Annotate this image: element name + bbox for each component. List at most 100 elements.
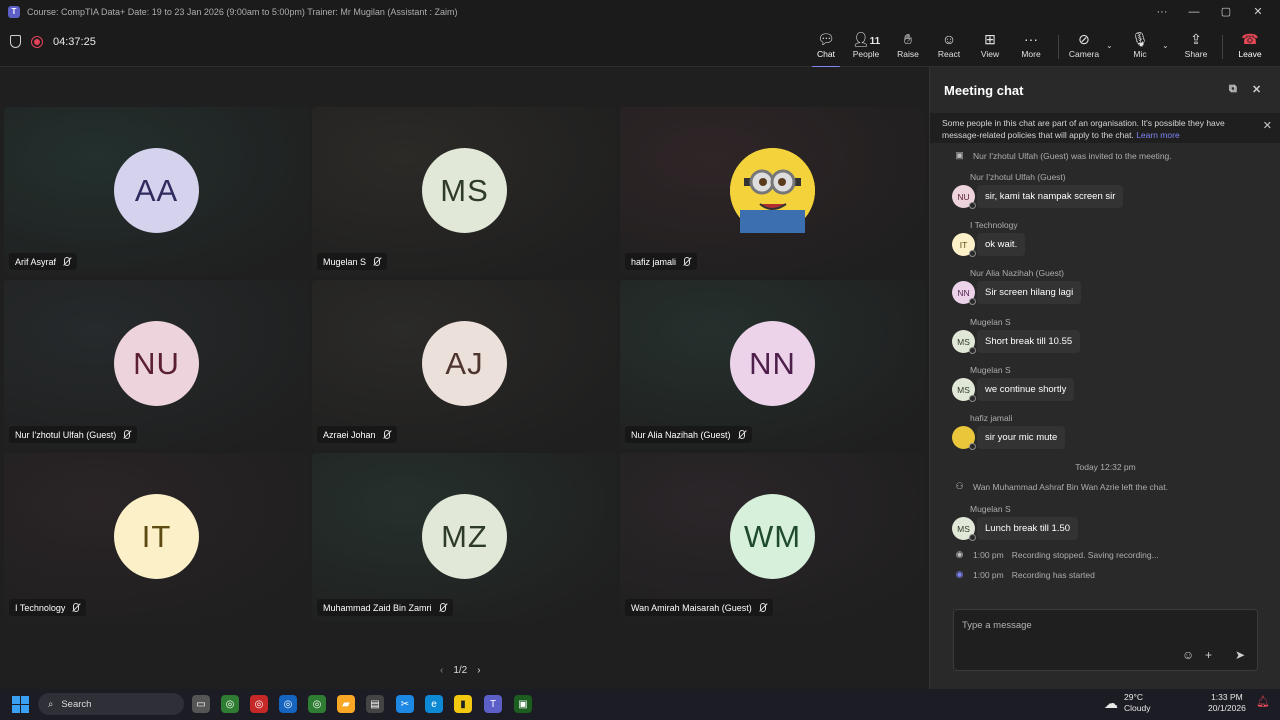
message-input[interactable] (962, 616, 1242, 634)
next-page-icon[interactable]: › (477, 665, 480, 676)
camera-off-icon: ⊘ (1078, 31, 1090, 47)
participant-tile[interactable]: AA Arif Asyraf (4, 107, 309, 276)
participant-name: Nur I'zhotul Ulfah (Guest) (15, 429, 117, 440)
mic-button[interactable]: 🎙︎ Mic (1120, 29, 1160, 63)
participant-tile[interactable]: NN Nur Alia Nazihah (Guest) (620, 280, 925, 449)
avatar: MS (952, 517, 976, 541)
app-icon[interactable]: ▤ (366, 695, 384, 713)
participant-tile[interactable]: hafiz jamali (620, 107, 925, 276)
close-chat-icon[interactable]: ✕ (1252, 83, 1261, 96)
notification-bell-icon[interactable]: 🔔︎ (1256, 697, 1270, 708)
file-explorer-icon[interactable]: ▰ (337, 695, 355, 713)
chat-messages[interactable]: ▣ Nur I'zhotul Ulfah (Guest) was invited… (930, 147, 1280, 607)
hand-icon: ✋︎ (904, 31, 912, 47)
chrome-icon[interactable]: ◎ (221, 695, 239, 713)
message-bubble[interactable]: sir your mic mute (977, 426, 1066, 449)
mic-muted-icon (438, 602, 447, 613)
clock-date: 20/1/2026 (1208, 703, 1246, 713)
event-time: 1:00 pm (973, 569, 1004, 580)
chrome-icon[interactable]: ◎ (279, 695, 297, 713)
prev-page-icon[interactable]: ‹ (440, 665, 443, 676)
chrome-icon[interactable]: ◎ (250, 695, 268, 713)
chat-button[interactable]: 💬︎ Chat (806, 29, 846, 68)
message-bubble[interactable]: sir, kami tak nampak screen sir (977, 185, 1124, 208)
participant-tile[interactable]: MZ Muhammad Zaid Bin Zamri (312, 453, 617, 622)
weather-widget[interactable]: ☁ 29°C Cloudy (1104, 692, 1150, 714)
message-sender: I Technology (970, 220, 1018, 230)
raise-button-label: Raise (897, 49, 919, 59)
message-compose-box[interactable]: ☺ + ➤ (953, 609, 1258, 671)
message-sender: Nur I'zhotul Ulfah (Guest) (970, 172, 1066, 182)
start-button[interactable] (12, 696, 29, 713)
chrome-icon[interactable]: ◎ (308, 695, 326, 713)
participant-name-tag: Wan Amirah Maisarah (Guest) (625, 599, 773, 616)
participant-name: Mugelan S (323, 256, 367, 267)
close-window-button[interactable]: ✕ (1242, 5, 1274, 18)
raise-hand-button[interactable]: ✋︎ Raise (888, 29, 928, 63)
share-button-label: Share (1184, 49, 1208, 59)
page-indicator: 1/2 (453, 665, 468, 676)
search-icon: ⌕ (48, 698, 54, 710)
leave-button[interactable]: ☎︎ Leave (1232, 29, 1268, 63)
toolbar-divider (1222, 35, 1223, 59)
taskbar-search[interactable]: ⌕ Search (38, 693, 184, 715)
learn-more-link[interactable]: Learn more (1136, 130, 1179, 140)
toolbar-divider (1058, 35, 1059, 59)
mic-button-label: Mic (1133, 49, 1147, 59)
titlebar-more-icon[interactable]: ··· (1146, 6, 1178, 18)
recording-stopped-event: ◉ 1:00 pm Recording stopped. Saving reco… (954, 549, 1159, 560)
participant-name-tag: Muhammad Zaid Bin Zamri (317, 599, 453, 616)
teams-icon[interactable]: T (484, 695, 502, 713)
event-text: Recording has started (1011, 569, 1095, 580)
share-button[interactable]: ⇪ Share (1176, 29, 1216, 63)
presence-icon (969, 298, 976, 305)
chat-icon: 💬︎ (817, 31, 835, 47)
app-icon[interactable]: ▣ (514, 695, 532, 713)
meeting-timer: 04:37:25 (53, 35, 96, 48)
participant-avatar: AA (114, 148, 199, 233)
people-count: 11 (869, 36, 881, 47)
snipping-tool-icon[interactable]: ✂ (396, 695, 414, 713)
camera-options-chevron-icon[interactable]: ⌄ (1106, 41, 1113, 50)
avatar-initials: MS (957, 523, 970, 534)
participant-avatar: NU (114, 321, 199, 406)
mic-muted-icon (62, 256, 71, 267)
camera-button[interactable]: ⊘ Camera (1064, 29, 1104, 63)
avatar: MS (952, 378, 976, 402)
message-sender: Mugelan S (970, 365, 1011, 375)
minimize-button[interactable]: — (1178, 6, 1210, 18)
message-bubble[interactable]: ok wait. (977, 233, 1026, 256)
popout-icon[interactable]: ⧉ (1229, 83, 1237, 96)
mic-options-chevron-icon[interactable]: ⌄ (1162, 41, 1169, 50)
message-bubble[interactable]: Short break till 10.55 (977, 330, 1081, 353)
participant-tile[interactable]: IT I Technology (4, 453, 309, 622)
participant-name: Muhammad Zaid Bin Zamri (323, 602, 432, 613)
view-button[interactable]: ⊞ View (970, 29, 1010, 63)
message-bubble[interactable]: Sir screen hilang lagi (977, 281, 1082, 304)
message-bubble[interactable]: we continue shortly (977, 378, 1075, 401)
search-label: Search (61, 698, 92, 710)
people-button[interactable]: 👤︎11 People (846, 29, 886, 63)
attach-plus-icon[interactable]: + (1205, 648, 1212, 662)
participant-tile[interactable]: MS Mugelan S (312, 107, 617, 276)
task-view-icon[interactable]: ▭ (192, 695, 210, 713)
window-titlebar: T Course: CompTIA Data+ Date: 19 to 23 J… (0, 0, 1280, 23)
react-button[interactable]: ☺ React (929, 29, 969, 63)
edge-icon[interactable]: e (425, 695, 443, 713)
dismiss-notice-icon[interactable]: ✕ (1263, 120, 1272, 132)
record-stop-icon: ◉ (955, 549, 964, 559)
participant-tile[interactable]: NU Nur I'zhotul Ulfah (Guest) (4, 280, 309, 449)
participant-tile[interactable]: AJ Azraei Johan (312, 280, 617, 449)
maximize-button[interactable]: ▢ (1210, 5, 1242, 18)
send-icon[interactable]: ➤ (1235, 648, 1245, 662)
emoji-icon[interactable]: ☺ (1182, 648, 1194, 662)
more-button[interactable]: ··· More (1011, 29, 1051, 63)
clock[interactable]: 1:33 PM 20/1/2026 (1208, 692, 1246, 714)
system-message-text: Wan Muhammad Ashraf Bin Wan Azrie left t… (973, 481, 1168, 492)
leave-button-label: Leave (1238, 49, 1262, 59)
power-bi-icon[interactable]: ▮ (454, 695, 472, 713)
meeting-status: 04:37:25 (10, 35, 96, 48)
participant-tile[interactable]: WM Wan Amirah Maisarah (Guest) (620, 453, 925, 622)
message-bubble[interactable]: Lunch break till 1.50 (977, 517, 1079, 540)
cloud-icon: ☁ (1104, 694, 1118, 711)
